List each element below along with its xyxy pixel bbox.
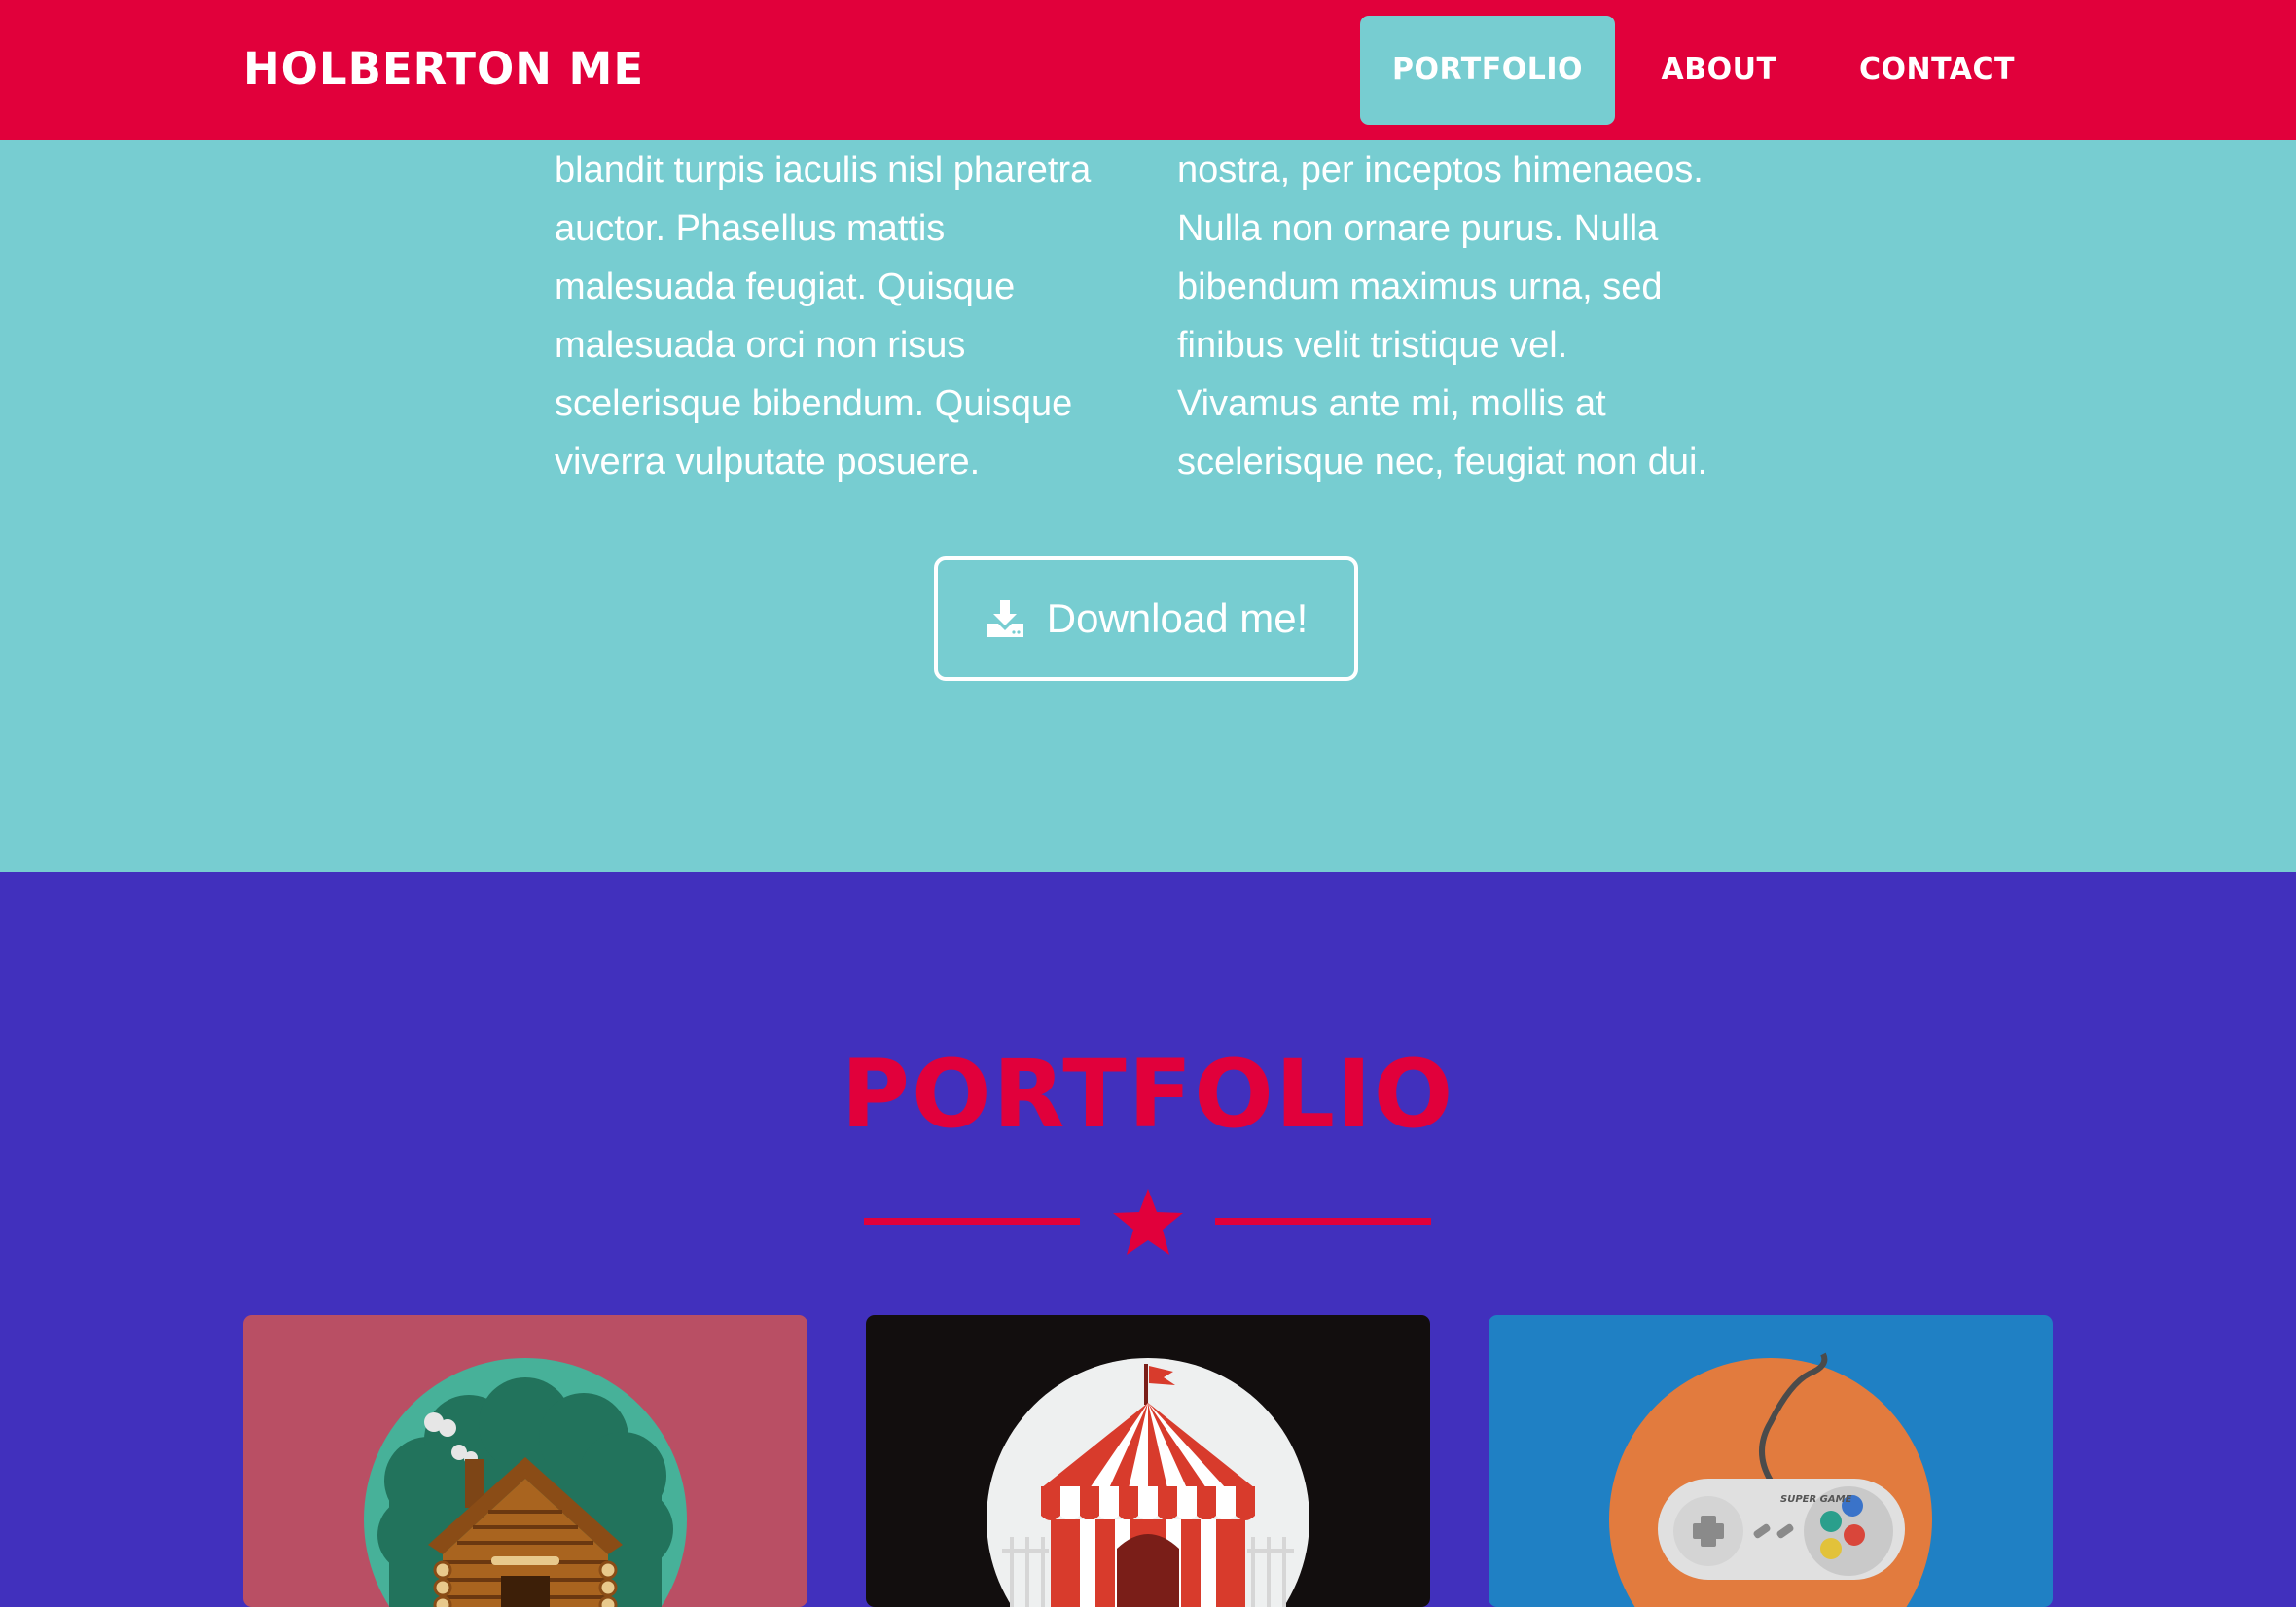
cabin-illustration: [364, 1358, 687, 1607]
portfolio-card-circus[interactable]: [866, 1315, 1430, 1607]
game-controller-illustration: SUPER GAME: [1609, 1352, 1932, 1607]
about-text-line: bibendum maximus urna, sed: [1177, 267, 1663, 307]
download-label: Download me!: [1046, 595, 1309, 641]
about-text-line: Vivamus ante mi, mollis at: [1177, 383, 1606, 424]
about-text-left: blandit turpis iaculis nisl pharetra auc…: [555, 141, 1138, 491]
portfolio-section: PORTFOLIO SUPER GAME: [0, 872, 2296, 1607]
about-text-line: viverra vulputate posuere.: [555, 442, 981, 482]
portfolio-title: PORTFOLIO: [841, 1040, 1455, 1149]
about-text-line: blandit turpis iaculis nisl pharetra: [555, 150, 1092, 191]
nav-contact-link[interactable]: CONTACT: [1821, 16, 2053, 125]
download-icon: [986, 600, 1023, 637]
about-text-line: malesuada orci non risus: [555, 325, 966, 366]
navbar: HOLBERTON ME PORTFOLIO ABOUT CONTACT: [0, 0, 2296, 140]
about-text-right: nostra, per inceptos himenaeos. Nulla no…: [1177, 141, 1761, 491]
about-text-line: finibus velit tristique vel.: [1177, 325, 1568, 366]
divider-line-right: [1215, 1218, 1431, 1225]
divider-line-left: [864, 1218, 1080, 1225]
circus-tent-illustration: [987, 1358, 1309, 1607]
about-text-line: Nulla non ornare purus. Nulla: [1177, 208, 1659, 249]
portfolio-card-cabin[interactable]: [243, 1315, 807, 1607]
nav-about-link[interactable]: ABOUT: [1634, 16, 1804, 125]
download-button[interactable]: Download me!: [934, 556, 1358, 681]
portfolio-card-controller[interactable]: SUPER GAME: [1489, 1315, 2053, 1607]
star-icon: [1113, 1189, 1183, 1255]
controller-text: SUPER GAME: [1780, 1494, 1852, 1505]
about-text-line: nostra, per inceptos himenaeos.: [1177, 150, 1704, 191]
nav-portfolio-link[interactable]: PORTFOLIO: [1360, 16, 1615, 125]
about-text-line: malesuada feugiat. Quisque: [555, 267, 1016, 307]
about-text-line: auctor. Phasellus mattis: [555, 208, 946, 249]
about-text-line: scelerisque bibendum. Quisque: [555, 383, 1073, 424]
brand-logo[interactable]: HOLBERTON ME: [243, 39, 644, 99]
about-text-line: scelerisque nec, feugiat non dui.: [1177, 442, 1708, 482]
about-section: blandit turpis iaculis nisl pharetra auc…: [0, 140, 2296, 872]
